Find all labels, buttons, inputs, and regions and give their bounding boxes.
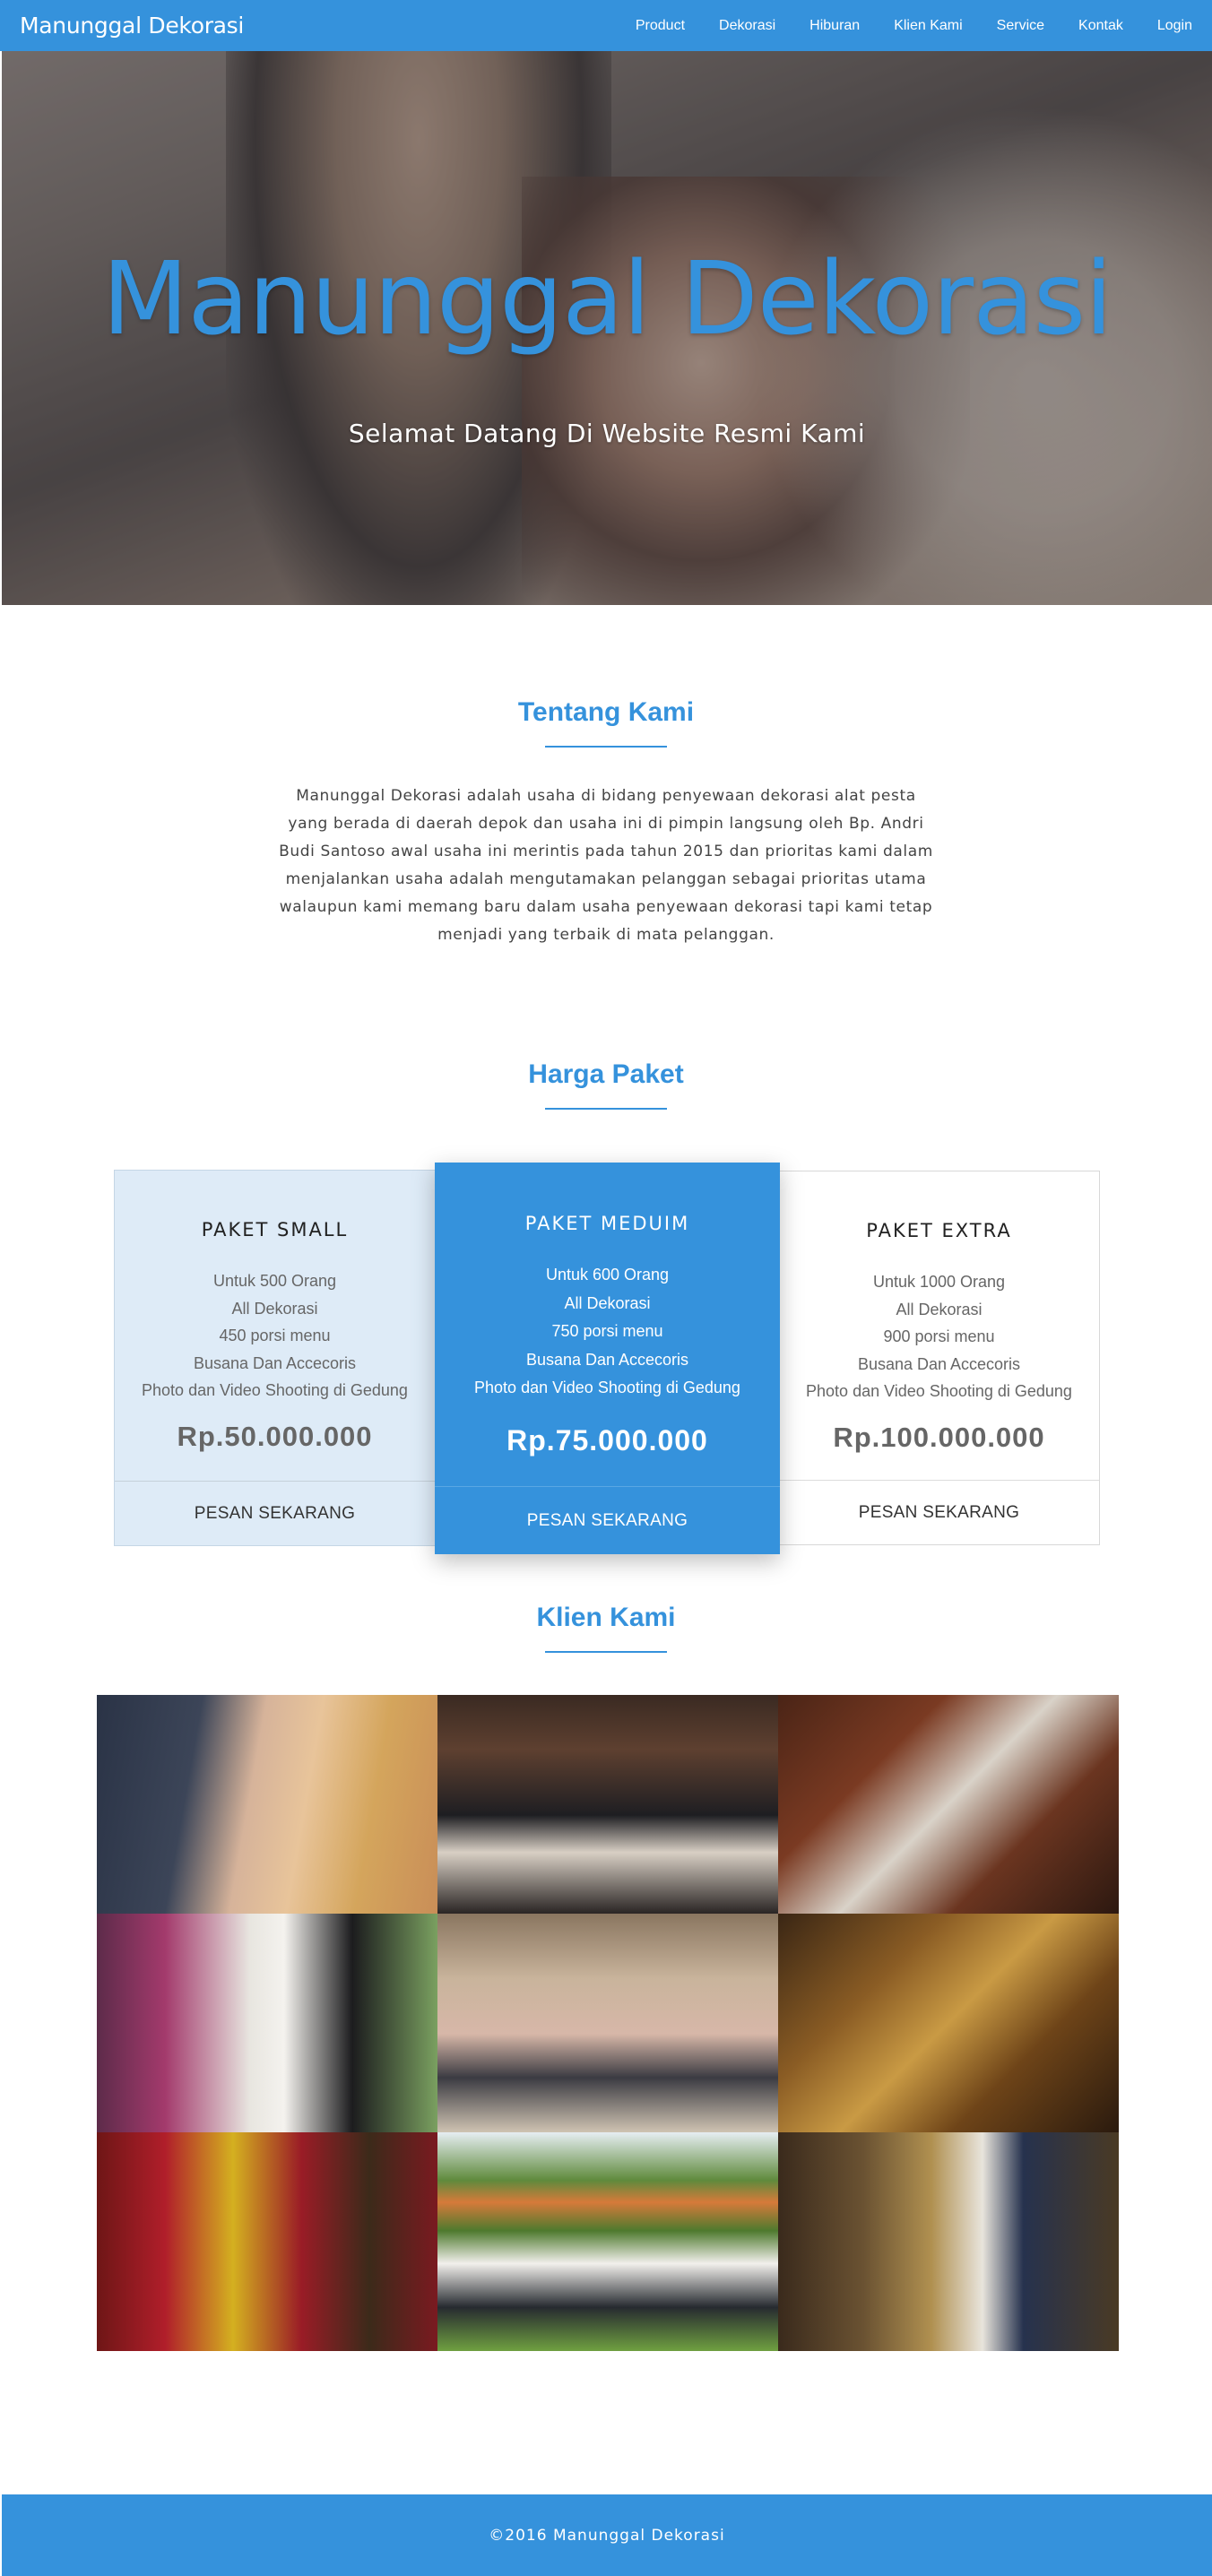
nav-link-klien-kami[interactable]: Klien Kami	[877, 18, 979, 34]
plan-feature: Untuk 1000 Orang	[872, 1273, 1006, 1291]
plan-feature: 450 porsi menu	[219, 1327, 331, 1344]
plan-feature: Busana Dan Accecoris	[193, 1353, 357, 1372]
nav-link-login[interactable]: Login	[1140, 18, 1192, 34]
client-photo[interactable]	[437, 1695, 778, 1914]
nav-link-hiburan[interactable]: Hiburan	[792, 18, 877, 34]
order-button-extra[interactable]: PESAN SEKARANG	[779, 1480, 1099, 1544]
client-photo[interactable]	[97, 1695, 437, 1914]
plan-features: Untuk 1000 Orang All Dekorasi 900 porsi …	[779, 1268, 1099, 1405]
plan-feature: All Dekorasi	[231, 1299, 318, 1318]
nav-link-dekorasi[interactable]: Dekorasi	[702, 18, 792, 34]
plan-feature: Photo dan Video Shooting di Gedung	[474, 1379, 740, 1396]
plan-name: PAKET SMALL	[201, 1219, 349, 1240]
about-text: Manunggal Dekorasi adalah usaha di bidan…	[279, 787, 933, 944]
order-button-small[interactable]: PESAN SEKARANG	[115, 1481, 435, 1545]
footer: ©2016 Manunggal Dekorasi	[2, 2494, 1212, 2576]
clients-divider	[545, 1651, 667, 1653]
hero-title: Manunggal Dekorasi	[101, 241, 1112, 358]
nav-links: Product Dekorasi Hiburan Klien Kami Serv…	[619, 18, 1192, 34]
hero-subtitle: Selamat Datang Di Website Resmi Kami	[348, 419, 866, 448]
nav-link-product[interactable]: Product	[619, 18, 702, 34]
client-photo[interactable]	[778, 2132, 1119, 2351]
nav-link-service[interactable]: Service	[980, 18, 1061, 34]
client-photo[interactable]	[437, 2132, 778, 2351]
plan-feature: Busana Dan Accecoris	[525, 1350, 689, 1369]
plan-price: Rp.100.000.000	[833, 1421, 1045, 1453]
brand-logo[interactable]: Manunggal Dekorasi	[20, 13, 244, 39]
plan-price: Rp.50.000.000	[177, 1420, 373, 1452]
plan-features: Untuk 600 Orang All Dekorasi 750 porsi m…	[435, 1261, 780, 1403]
navbar: Manunggal Dekorasi Product Dekorasi Hibu…	[0, 0, 1212, 51]
nav-link-kontak[interactable]: Kontak	[1061, 18, 1140, 34]
plan-card-medium: PAKET MEDUIM Untuk 600 Orang All Dekoras…	[435, 1163, 780, 1554]
pricing-title: Harga Paket	[528, 1059, 684, 1089]
plan-feature: Untuk 600 Orang	[545, 1266, 670, 1284]
about-divider	[545, 746, 667, 748]
plan-feature: Untuk 500 Orang	[212, 1272, 337, 1290]
plan-name: PAKET MEDUIM	[524, 1213, 690, 1234]
plan-feature: All Dekorasi	[564, 1293, 651, 1312]
plan-name: PAKET EXTRA	[866, 1220, 1012, 1241]
plan-feature: Photo dan Video Shooting di Gedung	[142, 1381, 408, 1399]
about-title: Tentang Kami	[517, 697, 695, 727]
client-photo[interactable]	[778, 1695, 1119, 1914]
plan-feature: All Dekorasi	[896, 1300, 983, 1318]
plan-price: Rp.75.000.000	[506, 1423, 708, 1457]
client-photo[interactable]	[97, 2132, 437, 2351]
client-photo[interactable]	[778, 1914, 1119, 2132]
hero-banner: Manunggal Dekorasi Selamat Datang Di Web…	[2, 51, 1212, 605]
plan-feature: 900 porsi menu	[883, 1327, 995, 1345]
plan-feature: Busana Dan Accecoris	[857, 1354, 1021, 1373]
plan-card-extra: PAKET EXTRA Untuk 1000 Orang All Dekoras…	[778, 1171, 1100, 1545]
clients-title: Klien Kami	[536, 1603, 676, 1632]
client-gallery	[97, 1695, 1119, 2351]
order-button-medium[interactable]: PESAN SEKARANG	[435, 1486, 780, 1554]
client-photo[interactable]	[97, 1914, 437, 2132]
footer-copyright: ©2016 Manunggal Dekorasi	[489, 2526, 725, 2545]
pricing-divider	[545, 1108, 667, 1110]
client-photo[interactable]	[437, 1914, 778, 2132]
plan-features: Untuk 500 Orang All Dekorasi 450 porsi m…	[115, 1267, 435, 1405]
plan-card-small: PAKET SMALL Untuk 500 Orang All Dekorasi…	[114, 1170, 436, 1546]
plan-feature: 750 porsi menu	[551, 1322, 663, 1340]
plan-feature: Photo dan Video Shooting di Gedung	[806, 1382, 1072, 1400]
page: Manunggal Dekorasi Product Dekorasi Hibu…	[0, 0, 1212, 2576]
